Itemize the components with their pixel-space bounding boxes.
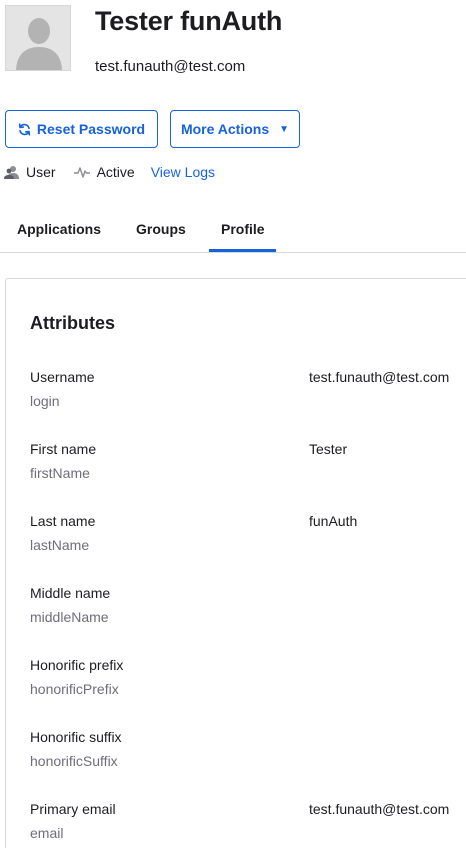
attribute-key: email: [30, 825, 64, 841]
avatar: [5, 5, 71, 71]
more-actions-button[interactable]: More Actions ▼: [170, 110, 300, 148]
attributes-title: Attributes: [30, 313, 115, 333]
attribute-row: Last name lastName funAuth: [30, 513, 466, 561]
attribute-key: middleName: [30, 609, 109, 625]
view-logs-link[interactable]: View Logs: [151, 164, 215, 180]
attribute-value: test.funauth@test.com: [309, 801, 450, 817]
user-email: test.funauth@test.com: [95, 58, 246, 75]
attribute-label: Username: [30, 369, 95, 385]
attribute-key: honorificPrefix: [30, 681, 119, 697]
status-meta: Active: [73, 164, 135, 180]
attribute-value: test.funauth@test.com: [309, 369, 450, 385]
attribute-label: First name: [30, 441, 97, 457]
attribute-row: Username login test.funauth@test.com: [30, 369, 466, 417]
tab-profile[interactable]: Profile: [221, 221, 265, 237]
activity-icon: [73, 167, 90, 178]
more-actions-label: More Actions: [180, 121, 270, 137]
role-label: User: [26, 164, 56, 180]
attribute-row: Primary email email test.funauth@test.co…: [30, 801, 466, 848]
attribute-label: Primary email: [30, 801, 116, 817]
attribute-label: Honorific suffix: [30, 729, 122, 745]
attribute-row: Honorific prefix honorificPrefix: [30, 657, 466, 705]
attribute-key: honorificSuffix: [30, 753, 118, 769]
attribute-value: funAuth: [309, 513, 358, 529]
user-name: Tester funAuth: [95, 6, 283, 36]
user-icon: [4, 166, 19, 179]
user-meta: User Active View Logs: [4, 164, 215, 180]
attribute-label: Honorific prefix: [30, 657, 124, 673]
status-label: Active: [96, 164, 135, 180]
reset-password-label: Reset Password: [36, 121, 146, 137]
attributes-panel: Attributes Username login test.funauth@t…: [5, 278, 466, 848]
tab-applications[interactable]: Applications: [17, 221, 101, 237]
attribute-value: Tester: [309, 441, 348, 457]
attribute-row: Honorific suffix honorificSuffix: [30, 729, 466, 777]
attribute-label: Last name: [30, 513, 96, 529]
tab-groups[interactable]: Groups: [136, 221, 186, 237]
attribute-key: login: [30, 393, 60, 409]
attribute-label: Middle name: [30, 585, 111, 601]
refresh-icon: [18, 122, 31, 136]
caret-down-icon: ▼: [279, 123, 290, 135]
attribute-key: firstName: [30, 465, 90, 481]
attribute-key: lastName: [30, 537, 90, 553]
active-tab-indicator: [209, 249, 276, 252]
attribute-row: Middle name middleName: [30, 585, 466, 633]
user-silhouette-icon: [6, 6, 70, 70]
attribute-row: First name firstName Tester: [30, 441, 466, 489]
reset-password-button[interactable]: Reset Password: [5, 110, 158, 148]
role-meta: User: [4, 164, 56, 180]
profile-tabs: Applications Groups Profile: [0, 212, 466, 253]
